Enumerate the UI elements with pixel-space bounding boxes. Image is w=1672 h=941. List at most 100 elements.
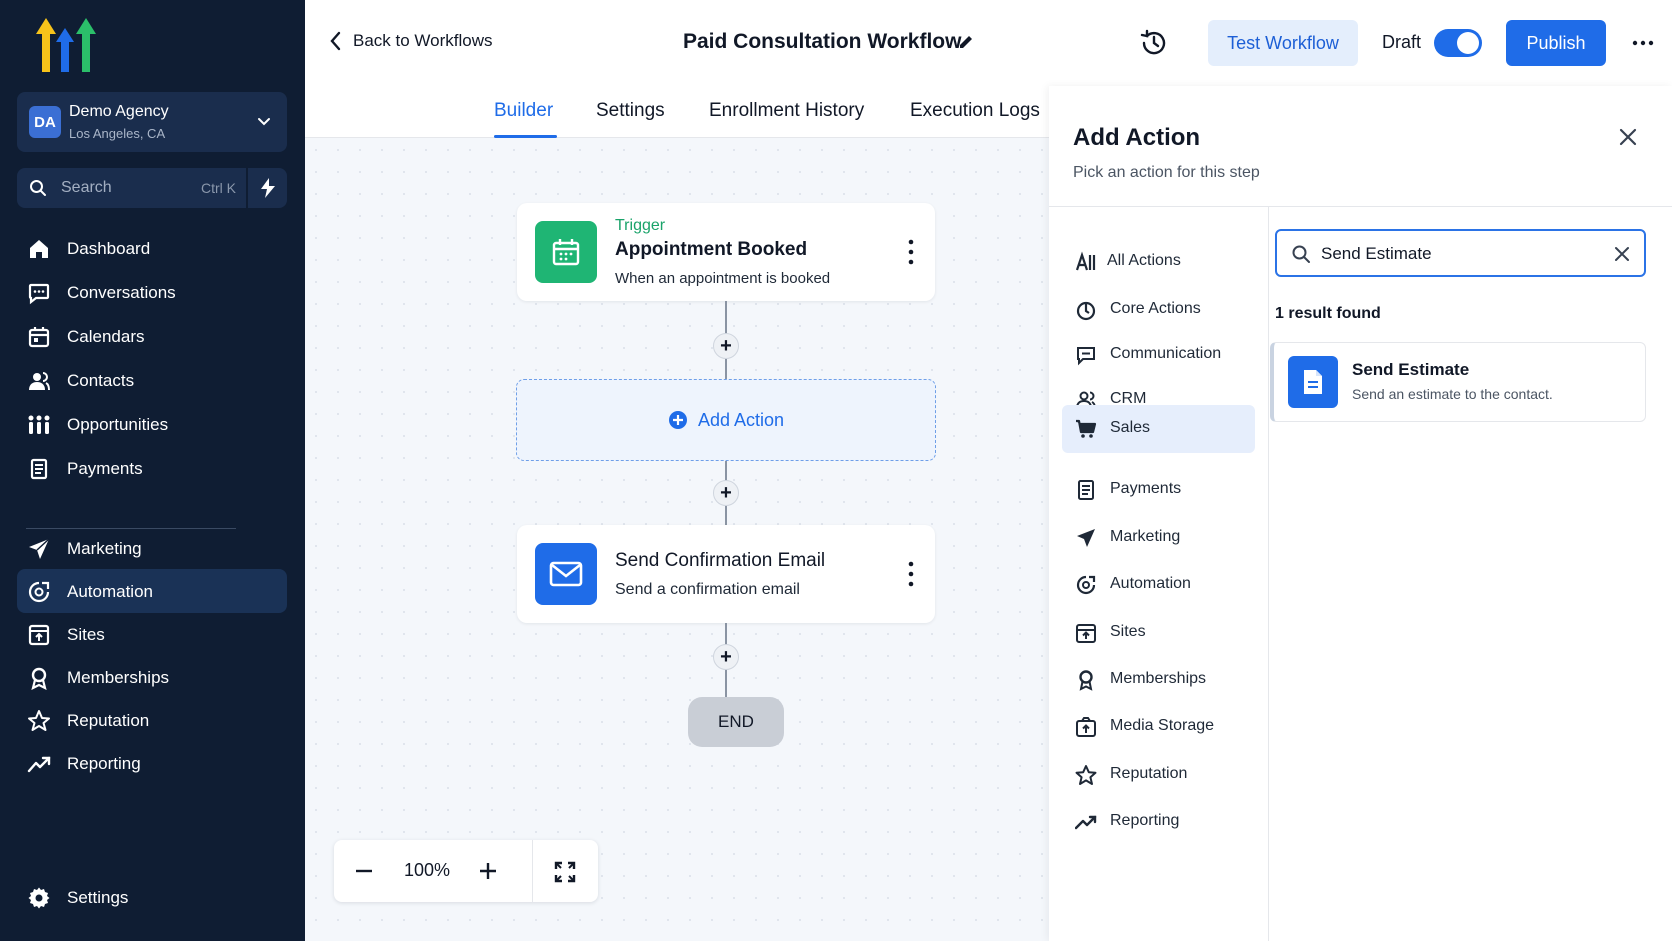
category-communication[interactable]: Communication [1062,331,1255,379]
action-subtitle: Send a confirmation email [615,581,800,598]
fit-to-screen-icon[interactable] [554,861,576,883]
category-core-actions[interactable]: Core Actions [1062,286,1255,334]
add-step-button[interactable]: + [713,480,739,506]
category-media-storage[interactable]: Media Storage [1062,703,1255,751]
sidebar-item-reputation[interactable]: Reputation [17,698,287,742]
panel-divider [1049,206,1672,207]
category-automation[interactable]: Automation [1062,561,1255,609]
action-icon-tile [535,543,597,605]
add-step-button[interactable]: + [713,333,739,359]
category-label: Core Actions [1110,300,1201,317]
quick-actions-button[interactable] [248,168,287,208]
sidebar-item-sites[interactable]: Sites [17,612,287,656]
all-actions-icon [1075,251,1096,271]
tab-execution-logs[interactable]: Execution Logs [910,100,1040,122]
action-search-field[interactable]: Send Estimate [1275,229,1646,277]
draft-label: Draft [1382,32,1422,52]
action-node[interactable]: Send Confirmation Email Send a confirmat… [517,525,935,623]
publish-button[interactable]: Publish [1506,20,1606,66]
test-workflow-button[interactable]: Test Workflow [1208,20,1358,66]
sidebar: DA Demo Agency Los Angeles, CA Search Ct… [0,0,305,941]
category-reporting[interactable]: Reporting [1062,798,1255,846]
tab-settings[interactable]: Settings [596,100,665,122]
tab-builder[interactable]: Builder [494,100,553,122]
send-icon [1077,529,1095,547]
category-label: Sales [1110,419,1151,436]
trigger-node[interactable]: Trigger Appointment Booked When an appoi… [517,203,935,301]
sidebar-item-label: Automation [67,582,153,601]
category-all-actions[interactable]: All Actions [1062,238,1255,286]
payments-icon [1078,480,1094,500]
search-label: Search [61,179,112,196]
sidebar-item-marketing[interactable]: Marketing [17,526,287,570]
category-memberships[interactable]: Memberships [1062,656,1255,704]
kebab-menu-icon[interactable] [907,239,915,265]
back-to-workflows-link[interactable]: Back to Workflows [329,31,493,51]
category-sales[interactable]: Sales [1062,405,1255,453]
edit-title-icon[interactable] [957,33,975,51]
automation-icon [1076,575,1096,595]
agency-switcher[interactable]: DA Demo Agency Los Angeles, CA [17,92,287,152]
panel-subtitle: Pick an action for this step [1073,164,1260,181]
action-search-input[interactable]: Send Estimate [1321,244,1432,264]
document-icon [1304,370,1322,394]
sidebar-item-automation[interactable]: Automation [17,569,287,613]
sidebar-item-contacts[interactable]: Contacts [17,358,287,402]
sidebar-item-dashboard[interactable]: Dashboard [17,226,287,270]
award-icon [31,667,47,690]
bolt-icon [260,178,275,198]
sidebar-item-settings[interactable]: Settings [17,875,287,919]
category-divider [1268,207,1269,941]
sites-icon [28,624,50,646]
category-payments[interactable]: Payments [1062,466,1255,514]
workflow-canvas[interactable]: Trigger Appointment Booked When an appoi… [305,139,1049,941]
category-label: Reputation [1110,765,1188,782]
draft-toggle[interactable] [1434,29,1482,57]
chat-icon [28,283,50,305]
calendar-icon [28,327,50,348]
clear-search-icon[interactable] [1612,244,1632,264]
more-options-icon[interactable] [1630,30,1656,56]
chart-icon [27,756,51,773]
category-reputation[interactable]: Reputation [1062,751,1255,799]
add-action-placeholder[interactable]: Add Action [516,379,936,461]
sidebar-item-payments[interactable]: Payments [17,446,287,490]
zoom-in-icon[interactable] [478,861,498,881]
sidebar-item-memberships[interactable]: Memberships [17,655,287,699]
agency-name: Demo Agency [69,103,169,120]
brand-logo-icon[interactable] [34,16,100,74]
action-title: Send Confirmation Email [615,550,826,571]
agency-avatar: DA [29,106,61,138]
sidebar-item-opportunities[interactable]: Opportunities [17,402,287,446]
history-icon[interactable] [1139,28,1169,58]
category-marketing[interactable]: Marketing [1062,514,1255,562]
search-result-item[interactable]: Send Estimate Send an estimate to the co… [1270,342,1646,422]
workflow-title: Paid Consultation Workflow [683,30,962,53]
category-label: Memberships [1110,670,1207,687]
category-label: Reporting [1110,812,1180,829]
sidebar-search[interactable]: Search Ctrl K [17,168,246,208]
category-sites[interactable]: Sites [1062,609,1255,657]
sidebar-item-label: Sites [67,625,105,644]
tab-enrollment-history[interactable]: Enrollment History [709,100,864,122]
sidebar-item-calendars[interactable]: Calendars [17,314,287,358]
payments-icon [30,458,48,480]
result-description: Send an estimate to the contact. [1352,386,1553,402]
sidebar-item-reporting[interactable]: Reporting [17,741,287,785]
category-label: Payments [1110,480,1182,497]
close-icon[interactable] [1617,126,1639,148]
add-step-button[interactable]: + [713,644,739,670]
send-icon [29,538,50,559]
kebab-menu-icon[interactable] [907,561,915,587]
category-label: Marketing [1110,528,1181,545]
trigger-tag: Trigger [615,217,666,234]
sidebar-item-label: Opportunities [67,415,169,434]
agency-location: Los Angeles, CA [69,126,166,141]
automation-icon [28,581,50,603]
category-label: Media Storage [1110,717,1215,734]
zoom-separator [532,840,533,902]
result-title: Send Estimate [1352,360,1470,379]
trigger-icon-tile [535,221,597,283]
zoom-out-icon[interactable] [354,861,374,881]
sidebar-item-conversations[interactable]: Conversations [17,270,287,314]
